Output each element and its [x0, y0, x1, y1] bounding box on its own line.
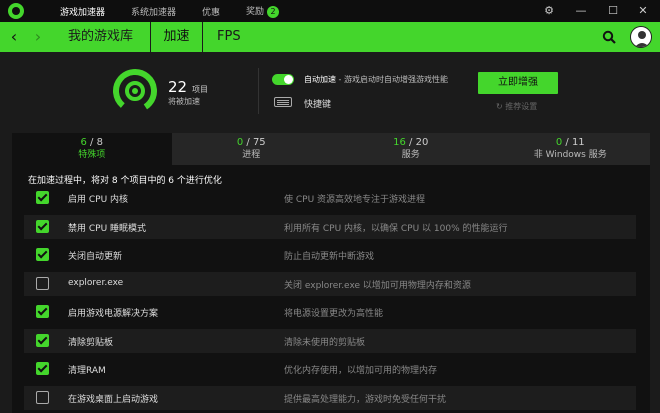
app-logo-icon [8, 3, 24, 19]
boost-gauge-icon [113, 69, 157, 113]
tab-boost[interactable]: 加速 [150, 22, 203, 52]
category-count: 6 / 8 [80, 137, 103, 148]
category-total: 75 [252, 137, 266, 148]
category-count: 16 / 20 [393, 137, 429, 148]
list-item[interactable]: explorer.exe 关闭 explorer.exe 以增加可用物理内存和资源 [24, 271, 636, 296]
restore-defaults-link[interactable]: ↻ 推荐设置 [496, 101, 537, 112]
category-tab-processes[interactable]: 0 / 75 进程 [172, 133, 332, 165]
minimize-button[interactable]: — [566, 0, 596, 22]
item-name: explorer.exe [68, 277, 124, 288]
shortcut-link[interactable]: 快捷键 [304, 97, 331, 110]
item-name: 清理RAM [68, 366, 106, 376]
user-avatar[interactable] [630, 26, 652, 48]
tab-system-booster[interactable]: 系统加速器 [131, 5, 176, 18]
checked-checkbox[interactable] [36, 305, 49, 318]
unchecked-checkbox[interactable] [36, 390, 49, 404]
boost-item-count: 22 [168, 78, 188, 96]
item-name: 在游戏桌面上启动游戏 [68, 394, 159, 405]
item-description: 优化内存使用，以增加可用的物理内存 [284, 366, 438, 376]
list-scrollbar[interactable] [650, 165, 654, 413]
tab-rewards-label: 奖励 [246, 7, 265, 18]
checked-checkbox[interactable] [36, 191, 49, 204]
checked-checkbox[interactable] [36, 362, 49, 375]
list-item[interactable]: 清理RAM 优化内存使用，以增加可用的物理内存 [24, 357, 636, 381]
item-description: 关闭 explorer.exe 以增加可用物理内存和资源 [284, 280, 471, 291]
auto-boost-title: 自动加速 [304, 75, 336, 84]
checked-checkbox[interactable] [36, 333, 49, 347]
category-total: 20 [415, 137, 429, 148]
category-tab-non-windows-services[interactable]: 0 / 11 非 Windows 服务 [491, 133, 651, 165]
rewards-count-badge: 2 [267, 5, 280, 18]
category-selected: 16 [393, 137, 406, 148]
item-name: 关闭自动更新 [68, 252, 123, 262]
refresh-icon: ↻ [496, 102, 506, 111]
list-item[interactable]: 启用游戏电源解决方案 将电源设置更改为高性能 [24, 300, 636, 324]
search-icon[interactable] [602, 30, 616, 44]
tab-fps[interactable]: FPS [217, 22, 241, 52]
list-item[interactable]: 禁用 CPU 睡眠模式 利用所有 CPU 内核，以确保 CPU 以 100% 的性… [24, 214, 636, 239]
category-total: 11 [571, 137, 585, 148]
tab-rewards[interactable]: 奖励 2 [246, 4, 280, 18]
list-header: 在加速过程中，将对 8 个项目中的 6 个进行优化 [28, 176, 222, 186]
list-item[interactable]: 启用 CPU 内核 使 CPU 资源高效地专注于游戏进程 [24, 186, 636, 210]
checked-checkbox[interactable] [36, 219, 49, 233]
category-tab-services[interactable]: 16 / 20 服务 [331, 133, 491, 165]
back-arrow-icon[interactable]: ‹ [7, 27, 21, 47]
category-count: 0 / 11 [555, 137, 585, 148]
top-navigation: 游戏加速器 系统加速器 优惠 奖励 2 [60, 0, 305, 22]
category-label: 进程 [242, 150, 261, 160]
item-name: 禁用 CPU 睡眠模式 [68, 223, 147, 234]
unchecked-checkbox[interactable] [36, 276, 49, 290]
restore-defaults-label: 推荐设置 [505, 102, 538, 111]
auto-boost-label: 自动加速 - 游戏启动时自动增强游戏性能 [304, 74, 448, 85]
item-description: 将电源设置更改为高性能 [284, 309, 384, 319]
category-count: 0 / 75 [236, 137, 266, 148]
item-description: 提供最高处理能力，游戏时免受任何干扰 [284, 394, 447, 405]
category-label: 特殊项 [78, 150, 106, 160]
summary-divider [258, 68, 259, 114]
category-total: 8 [96, 137, 103, 148]
item-name: 启用 CPU 内核 [68, 195, 129, 205]
category-label: 服务 [401, 150, 420, 160]
optimization-list: 在加速过程中，将对 8 个项目中的 6 个进行优化 启用 CPU 内核 使 CPU… [12, 165, 650, 413]
list-item[interactable]: 在游戏桌面上启动游戏 提供最高处理能力，游戏时免受任何干扰 [24, 385, 636, 410]
user-silhouette-icon [634, 31, 650, 47]
settings-gear-icon[interactable]: ⚙ [534, 0, 564, 22]
item-description: 使 CPU 资源高效地专注于游戏进程 [284, 195, 426, 205]
tab-deals[interactable]: 优惠 [202, 5, 220, 18]
tab-game-booster[interactable]: 游戏加速器 [60, 5, 105, 18]
tab-my-game-library[interactable]: 我的游戏库 [68, 22, 133, 52]
maximize-button[interactable]: ☐ [598, 0, 628, 22]
list-item[interactable]: 关闭自动更新 防止自动更新中断游戏 [24, 243, 636, 267]
boost-item-subtitle: 将被加速 [168, 97, 200, 106]
boost-now-button[interactable]: 立即增强 [478, 72, 558, 94]
item-description: 清除未使用的剪贴板 [284, 337, 366, 348]
item-description: 防止自动更新中断游戏 [284, 252, 375, 262]
keyboard-icon [274, 97, 292, 107]
close-button[interactable]: ✕ [628, 0, 658, 22]
item-name: 启用游戏电源解决方案 [68, 309, 159, 319]
main-navigation-bar: ‹ › 我的游戏库 加速 FPS [0, 22, 660, 52]
item-description: 利用所有 CPU 内核，以确保 CPU 以 100% 的性能运行 [284, 223, 508, 234]
checked-checkbox[interactable] [36, 248, 49, 261]
category-label: 非 Windows 服务 [533, 150, 607, 160]
category-tabs: 6 / 8 特殊项 0 / 75 进程 16 / 20 服务 0 / 11 非 … [12, 133, 650, 165]
item-name: 清除剪贴板 [68, 337, 114, 348]
list-item[interactable]: 清除剪贴板 清除未使用的剪贴板 [24, 328, 636, 353]
boost-item-unit: 项目 [192, 85, 208, 94]
title-bar: 游戏加速器 系统加速器 优惠 奖励 2 ⚙ — ☐ ✕ [0, 0, 660, 22]
forward-arrow-icon[interactable]: › [31, 27, 45, 47]
auto-boost-toggle[interactable] [272, 74, 294, 85]
category-tab-special[interactable]: 6 / 8 特殊项 [12, 133, 172, 165]
auto-boost-description: - 游戏启动时自动增强游戏性能 [336, 75, 448, 84]
